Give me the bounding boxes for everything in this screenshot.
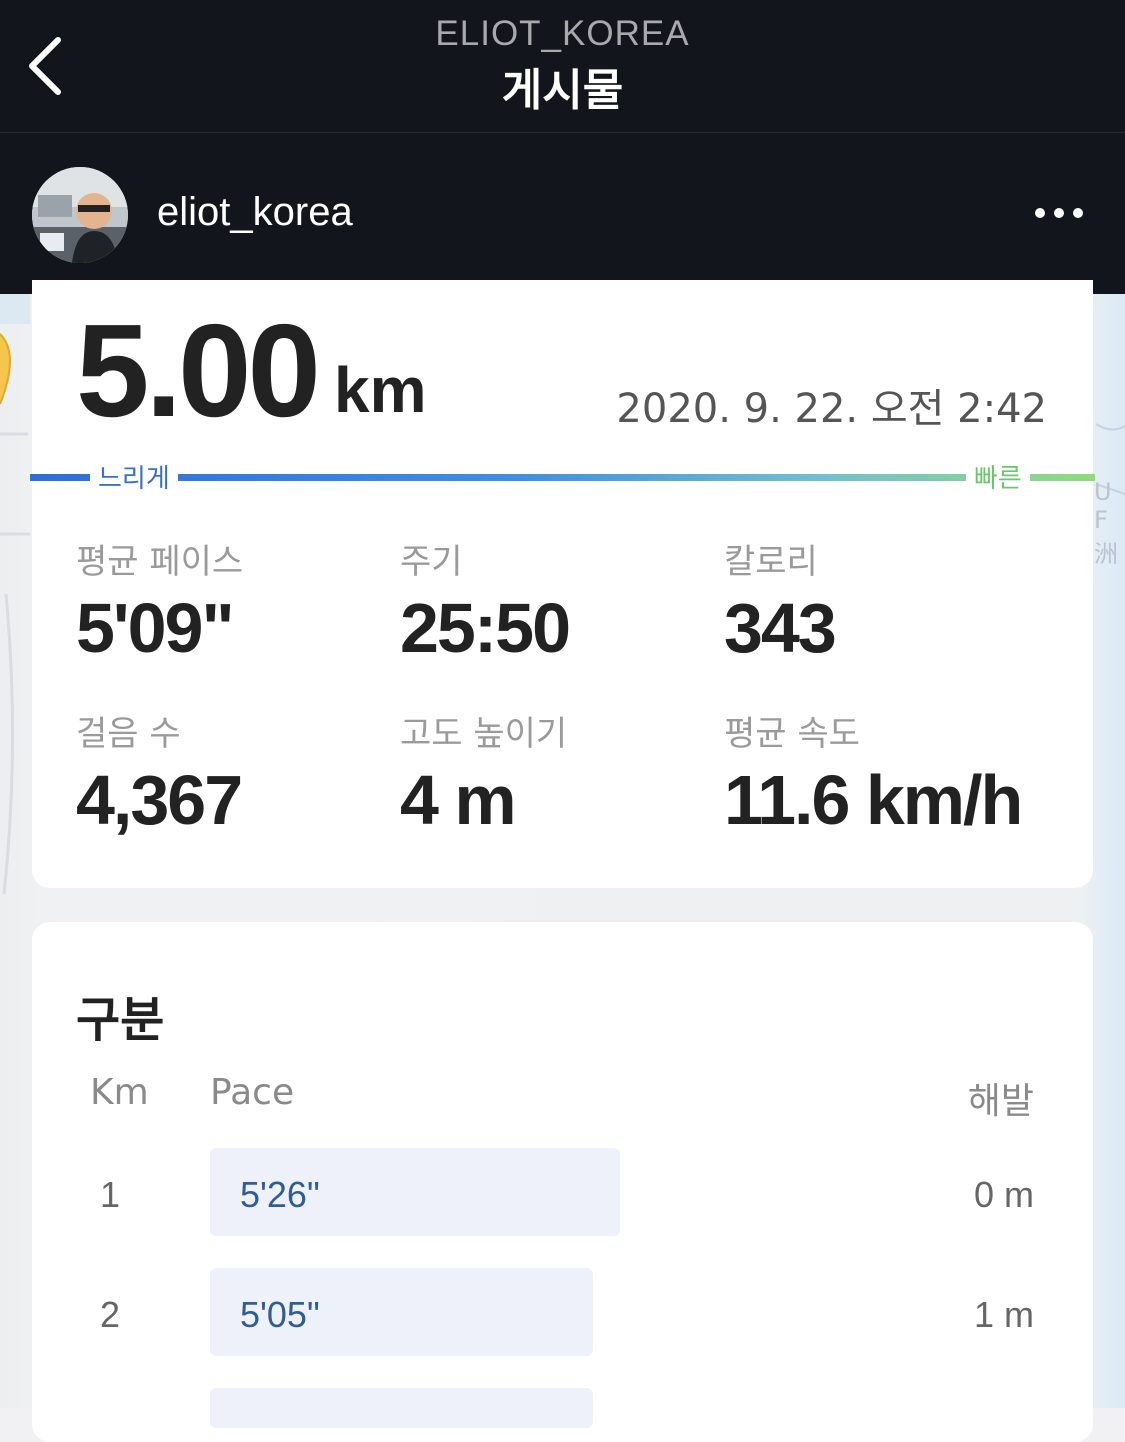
splits-title: 구분 bbox=[76, 992, 165, 1048]
stat-value-steps: 4,367 bbox=[76, 761, 243, 839]
more-options-icon[interactable] bbox=[1032, 201, 1088, 225]
map-label: U F bbox=[1094, 478, 1112, 534]
stat-label-steps: 걸음 수 bbox=[76, 714, 181, 754]
stat-value-avg-speed: 11.6 km/h bbox=[724, 761, 1023, 839]
split-km: 2 bbox=[100, 1294, 121, 1335]
avatar[interactable] bbox=[32, 167, 128, 263]
account-name: ELIOT_KOREA bbox=[435, 14, 690, 53]
stat-label-avg-pace: 평균 페이스 bbox=[76, 542, 244, 582]
split-elevation: 1 m bbox=[973, 1294, 1034, 1335]
column-header-pace: Pace bbox=[210, 1072, 295, 1113]
distance-unit: km bbox=[334, 354, 427, 426]
stat-label-elevation-gain: 고도 높이기 bbox=[400, 714, 568, 754]
split-elevation: 0 m bbox=[973, 1174, 1034, 1215]
stat-label-avg-speed: 평균 속도 bbox=[724, 714, 860, 754]
stat-label-duration: 주기 bbox=[400, 542, 463, 582]
column-header-km: Km bbox=[90, 1072, 149, 1113]
run-datetime: 2020. 9. 22. 오전 2:42 bbox=[616, 386, 1047, 432]
stat-label-calories: 칼로리 bbox=[724, 542, 818, 582]
split-pace-bar bbox=[210, 1388, 593, 1428]
stat-value-elevation-gain: 4 m bbox=[400, 761, 517, 839]
profile-photo-image bbox=[32, 167, 128, 263]
split-pace: 5'05" bbox=[240, 1294, 320, 1335]
post-header: eliot_korea bbox=[0, 133, 1125, 294]
page-title: 게시물 bbox=[501, 65, 624, 116]
distance-value: 5.00 bbox=[76, 297, 321, 444]
map-label: 洲 bbox=[1094, 540, 1118, 568]
stat-value-avg-pace: 5'09" bbox=[76, 589, 235, 667]
legend-fast-label: 빠른 bbox=[966, 458, 1030, 495]
split-pace: 5'26" bbox=[240, 1174, 320, 1215]
split-km: 1 bbox=[100, 1174, 121, 1215]
top-nav-bar: ELIOT_KOREA 게시물 bbox=[0, 0, 1125, 133]
stat-value-calories: 343 bbox=[724, 589, 837, 667]
column-header-elevation: 해발 bbox=[967, 1081, 1034, 1122]
speed-gradient-bar bbox=[30, 474, 1095, 481]
username[interactable]: eliot_korea bbox=[157, 190, 353, 235]
legend-slow-label: 느리게 bbox=[90, 458, 178, 495]
stat-value-duration: 25:50 bbox=[400, 589, 571, 667]
